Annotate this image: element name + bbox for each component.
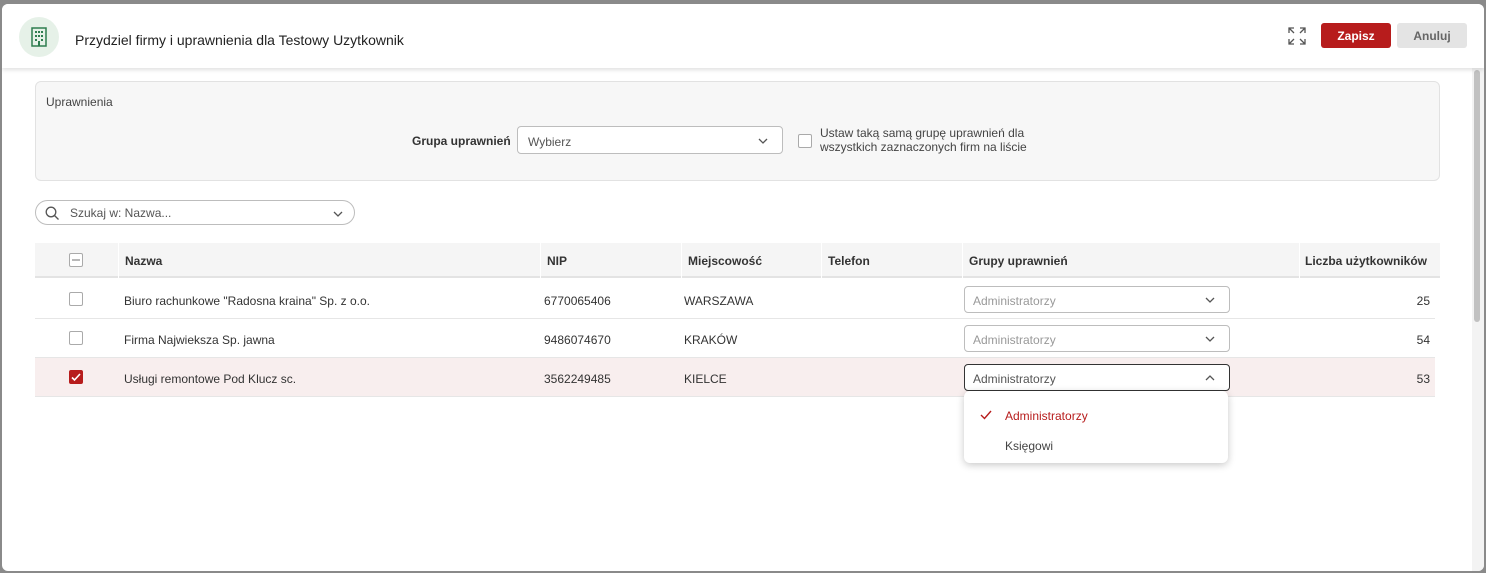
table-row[interactable]: Biuro rachunkowe "Radosna kraina" Sp. z … [35,280,1435,319]
column-header-city[interactable]: Miejscowość [682,243,822,278]
chevron-down-icon[interactable] [333,209,343,219]
cancel-button[interactable]: Anuluj [1397,23,1467,48]
dropdown-option-administratorzy[interactable]: Administratorzy [964,401,1228,429]
dialog-title: Przydziel firmy i uprawnienia dla Testow… [75,32,404,48]
company-name: Biuro rachunkowe "Radosna kraina" Sp. z … [124,294,370,308]
dropdown-option-ksiegowi[interactable]: Księgowi [964,431,1228,459]
group-select[interactable]: Administratorzy [964,325,1230,352]
indeterminate-icon [72,259,80,261]
group-select[interactable]: Administratorzy [964,286,1230,313]
permission-group-label: Grupa uprawnień [412,134,511,148]
dropdown-option-label: Księgowi [1005,439,1054,453]
expand-icon[interactable] [1288,27,1306,45]
permission-group-value: Wybierz [528,135,572,149]
same-group-label: Ustaw taką samą grupę uprawnień dla wszy… [820,126,1027,154]
permissions-section-title: Uprawnienia [46,95,113,109]
check-icon [980,410,992,420]
company-city: KIELCE [684,372,727,386]
company-nip: 9486074670 [544,333,611,347]
users-count: 53 [1416,372,1430,386]
permission-group-select[interactable]: Wybierz [517,126,783,154]
select-all-header [35,243,119,278]
group-select-value: Administratorzy [973,333,1056,347]
users-count: 54 [1416,333,1430,347]
select-all-checkbox[interactable] [69,253,83,267]
assign-companies-dialog: Przydziel firmy i uprawnienia dla Testow… [2,4,1484,571]
row-checkbox[interactable] [69,331,83,345]
group-dropdown-menu: Administratorzy Księgowi [964,391,1228,463]
group-select-value: Administratorzy [973,372,1056,386]
company-nip: 3562249485 [544,372,611,386]
scrollbar-thumb[interactable] [1474,70,1480,322]
group-select-value: Administratorzy [973,294,1056,308]
group-select-open[interactable]: Administratorzy [964,364,1230,391]
chevron-down-icon [1205,336,1215,342]
search-box[interactable] [35,200,355,225]
building-icon [19,17,59,57]
chevron-down-icon [1205,297,1215,303]
search-icon [45,206,59,220]
column-header-nip[interactable]: NIP [541,243,682,278]
table-header: Nazwa NIP Miejscowość Telefon Grupy upra… [35,243,1440,278]
search-input[interactable] [70,204,320,221]
dropdown-option-label: Administratorzy [1005,409,1088,423]
row-checkbox-checked[interactable] [69,370,83,384]
table-row[interactable]: Firma Najwieksza Sp. jawna 9486074670 KR… [35,319,1435,358]
company-nip: 6770065406 [544,294,611,308]
column-header-name[interactable]: Nazwa [119,243,541,278]
column-header-phone[interactable]: Telefon [822,243,963,278]
checkmark-icon [71,373,81,382]
company-city: WARSZAWA [684,294,754,308]
same-group-checkbox[interactable] [798,134,812,148]
chevron-down-icon [758,138,768,144]
save-button[interactable]: Zapisz [1321,23,1391,48]
chevron-up-icon [1205,375,1215,381]
company-name: Firma Najwieksza Sp. jawna [124,333,275,347]
company-name: Usługi remontowe Pod Klucz sc. [124,372,297,386]
dialog-header: Przydziel firmy i uprawnienia dla Testow… [2,4,1484,68]
company-city: KRAKÓW [684,333,738,347]
users-count: 25 [1416,294,1430,308]
row-checkbox[interactable] [69,292,83,306]
column-header-groups[interactable]: Grupy uprawnień [963,243,1300,278]
column-header-users[interactable]: Liczba użytkowników [1300,243,1440,278]
permissions-section: Uprawnienia Grupa uprawnień Wybierz Usta… [35,81,1440,181]
